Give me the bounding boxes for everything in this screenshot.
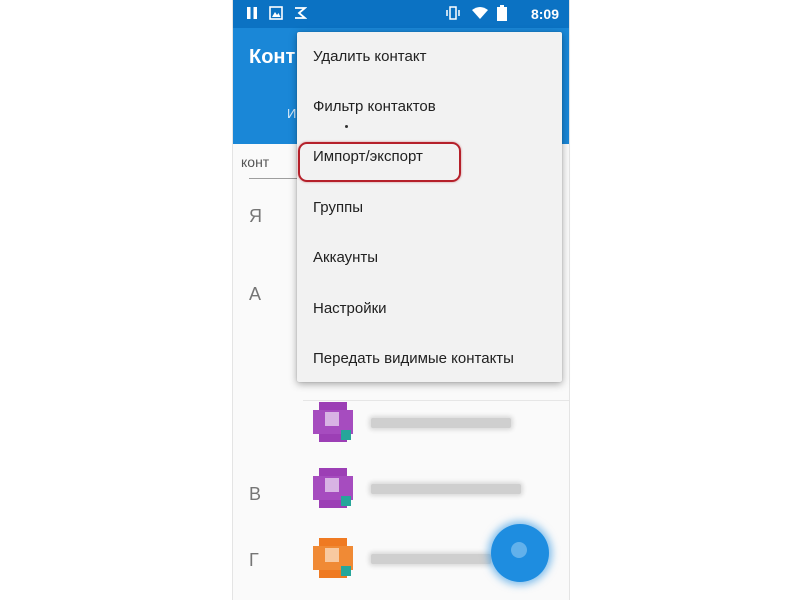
- section-letter: Г: [249, 550, 259, 570]
- contact-row[interactable]: [313, 402, 563, 452]
- contact-row[interactable]: [313, 468, 563, 518]
- menu-item-groups[interactable]: Группы: [297, 183, 562, 233]
- menu-item-settings[interactable]: Настройки: [297, 284, 562, 334]
- highlight-box: [298, 142, 461, 182]
- wifi-icon: [472, 7, 488, 19]
- search-label: конт: [241, 154, 270, 170]
- cursor-dot: [345, 125, 348, 128]
- menu-item-accounts[interactable]: Аккаунты: [297, 233, 562, 283]
- list-divider: [303, 400, 569, 401]
- app-title: Конт: [249, 46, 296, 68]
- menu-item-share-visible-contacts[interactable]: Передать видимые контакты: [297, 334, 562, 384]
- vibrate-icon: [446, 6, 460, 20]
- overflow-menu: Удалить контакт Фильтр контактов Импорт/…: [297, 32, 562, 382]
- section-letter: В: [249, 484, 262, 504]
- pause-icon: [247, 7, 257, 19]
- section-letter: Я: [249, 206, 262, 226]
- avatar: [313, 402, 353, 442]
- avatar: [313, 538, 353, 578]
- add-contact-fab[interactable]: [491, 524, 549, 582]
- contact-name-blurred: [371, 418, 511, 428]
- contact-name-blurred: [371, 554, 491, 564]
- battery-icon: [497, 5, 507, 21]
- menu-item-delete-contact[interactable]: Удалить контакт: [297, 32, 562, 82]
- contact-name-blurred: [371, 484, 521, 494]
- status-time: 8:09: [530, 6, 559, 22]
- add-icon: [511, 542, 527, 558]
- status-bar: 8:09: [233, 0, 569, 28]
- section-letter: А: [249, 284, 262, 304]
- flag-icon: [295, 7, 307, 19]
- tab-all-contacts[interactable]: И: [287, 106, 297, 121]
- image-icon: [269, 6, 283, 20]
- avatar: [313, 468, 353, 508]
- menu-item-contact-filter[interactable]: Фильтр контактов: [297, 82, 562, 132]
